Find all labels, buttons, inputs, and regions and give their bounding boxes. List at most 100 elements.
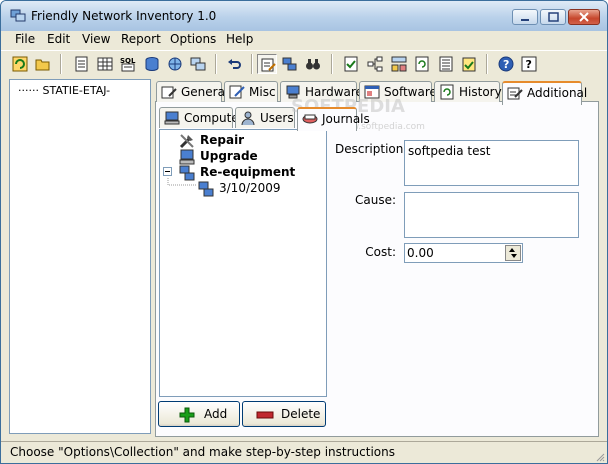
tree-node-root[interactable]: ······ STATIE-ETAJ- <box>18 84 110 97</box>
title-bar[interactable]: Friendly Network Inventory 1.0 <box>1 1 607 31</box>
svg-text:?: ? <box>503 58 509 71</box>
help-context-icon: ? <box>521 56 537 72</box>
tab-users[interactable]: Users <box>235 107 295 128</box>
journals-icon <box>302 114 318 124</box>
add-button[interactable]: Add <box>158 401 240 427</box>
cause-label: Cause: <box>354 193 396 207</box>
minus-icon <box>256 411 274 419</box>
menu-edit[interactable]: Edit <box>47 32 70 46</box>
cost-spin-buttons[interactable] <box>505 245 521 261</box>
menu-options[interactable]: Options <box>170 32 216 46</box>
plus-icon <box>179 407 195 423</box>
structure-icon <box>391 56 407 72</box>
list-details-icon <box>439 56 453 72</box>
checklist-icon <box>344 56 358 72</box>
refresh-button[interactable] <box>10 54 30 74</box>
collapse-icon[interactable] <box>163 167 173 177</box>
add-button-label: Add <box>204 407 228 421</box>
journal-item-repair[interactable]: Repair <box>200 133 244 147</box>
help-icon: ? <box>498 56 514 72</box>
list-details-button[interactable] <box>436 54 456 74</box>
status-text: Choose "Options\Collection" and make ste… <box>10 445 395 459</box>
close-icon <box>579 12 589 22</box>
tab-computer[interactable]: Computer <box>159 107 244 128</box>
computers-icon <box>282 57 297 71</box>
toolbar-separator <box>486 54 488 74</box>
users-icon <box>241 111 255 126</box>
journal-tree[interactable]: Repair Upgrade Re-equipment 3/10/2009 <box>159 129 327 397</box>
help-button[interactable]: ? <box>496 54 516 74</box>
resize-grip-icon[interactable] <box>595 452 605 462</box>
undo-icon <box>228 59 241 69</box>
journal-item-re-equipment[interactable]: Re-equipment <box>200 165 295 179</box>
tab-label: Users <box>260 111 294 125</box>
database-icon <box>145 57 159 71</box>
grid-table-icon <box>97 57 113 71</box>
refresh-icon <box>12 56 28 72</box>
minimize-button[interactable] <box>512 9 538 25</box>
computers-button[interactable] <box>280 54 300 74</box>
menu-view[interactable]: View <box>82 32 110 46</box>
journal-item-date[interactable]: 3/10/2009 <box>219 181 281 195</box>
computers-icon <box>198 181 214 197</box>
history-icon <box>440 84 454 100</box>
structure-button[interactable] <box>389 54 409 74</box>
document-refresh-button[interactable] <box>412 54 432 74</box>
sql-button[interactable]: SQL <box>118 54 138 74</box>
notes-icon <box>75 56 88 72</box>
menu-report[interactable]: Report <box>121 32 161 46</box>
notes-button[interactable] <box>71 54 91 74</box>
maximize-button[interactable] <box>540 9 566 25</box>
delete-button[interactable]: Delete <box>242 401 326 427</box>
repair-icon <box>179 134 194 149</box>
description-field[interactable]: softpedia test <box>404 140 579 186</box>
main-window: Friendly Network Inventory 1.0 File Edit… <box>0 0 608 464</box>
open-folder-icon <box>35 59 50 71</box>
tab-label: Misc <box>249 85 276 99</box>
journal-item-upgrade[interactable]: Upgrade <box>200 149 258 163</box>
toolbar-separator <box>331 54 333 74</box>
tab-label: General <box>181 85 229 99</box>
tab-misc[interactable]: Misc <box>224 81 278 102</box>
tab-label: Additional <box>527 86 588 100</box>
tab-additional[interactable]: Additional <box>502 81 587 105</box>
toolbar-separator <box>60 54 62 74</box>
checklist-button[interactable] <box>341 54 361 74</box>
status-bar: Choose "Options\Collection" and make ste… <box>1 441 607 463</box>
cost-spinner[interactable]: 0.00 <box>404 243 523 263</box>
menu-file[interactable]: File <box>15 32 35 46</box>
help-context-button[interactable]: ? <box>519 54 539 74</box>
find-button[interactable] <box>303 54 323 74</box>
notepad-check-icon <box>462 57 476 72</box>
general-icon <box>161 86 177 99</box>
minimize-icon <box>521 19 529 21</box>
undo-button[interactable] <box>225 54 245 74</box>
document-refresh-icon <box>415 56 429 72</box>
notepad-check-button[interactable] <box>459 54 479 74</box>
additional-icon <box>507 87 523 100</box>
window-title: Friendly Network Inventory 1.0 <box>31 9 217 23</box>
network-tree[interactable]: ······ STATIE-ETAJ- <box>9 79 151 434</box>
maximize-icon <box>548 12 559 22</box>
open-button[interactable] <box>33 54 53 74</box>
tab-history[interactable]: History <box>434 81 502 102</box>
edit-properties-icon <box>261 58 276 72</box>
database-button[interactable] <box>142 54 162 74</box>
edit-properties-button[interactable] <box>257 54 277 74</box>
close-button[interactable] <box>568 9 600 25</box>
scan-button[interactable] <box>188 54 208 74</box>
tree-network-button[interactable] <box>365 54 385 74</box>
tab-journals[interactable]: Journals <box>297 107 370 131</box>
tab-general[interactable]: General <box>156 81 228 102</box>
delete-button-label: Delete <box>281 407 321 421</box>
table-button[interactable] <box>95 54 115 74</box>
toolbar-separator <box>251 54 253 74</box>
find-binoculars-icon <box>306 59 320 70</box>
network-button[interactable] <box>165 54 185 74</box>
cause-field[interactable] <box>404 192 579 238</box>
network-globe-icon <box>168 57 182 71</box>
tree-network-icon <box>367 56 383 72</box>
misc-icon <box>229 85 245 99</box>
menu-help[interactable]: Help <box>226 32 253 46</box>
tree-node-label: STATIE-ETAJ- <box>42 84 111 97</box>
